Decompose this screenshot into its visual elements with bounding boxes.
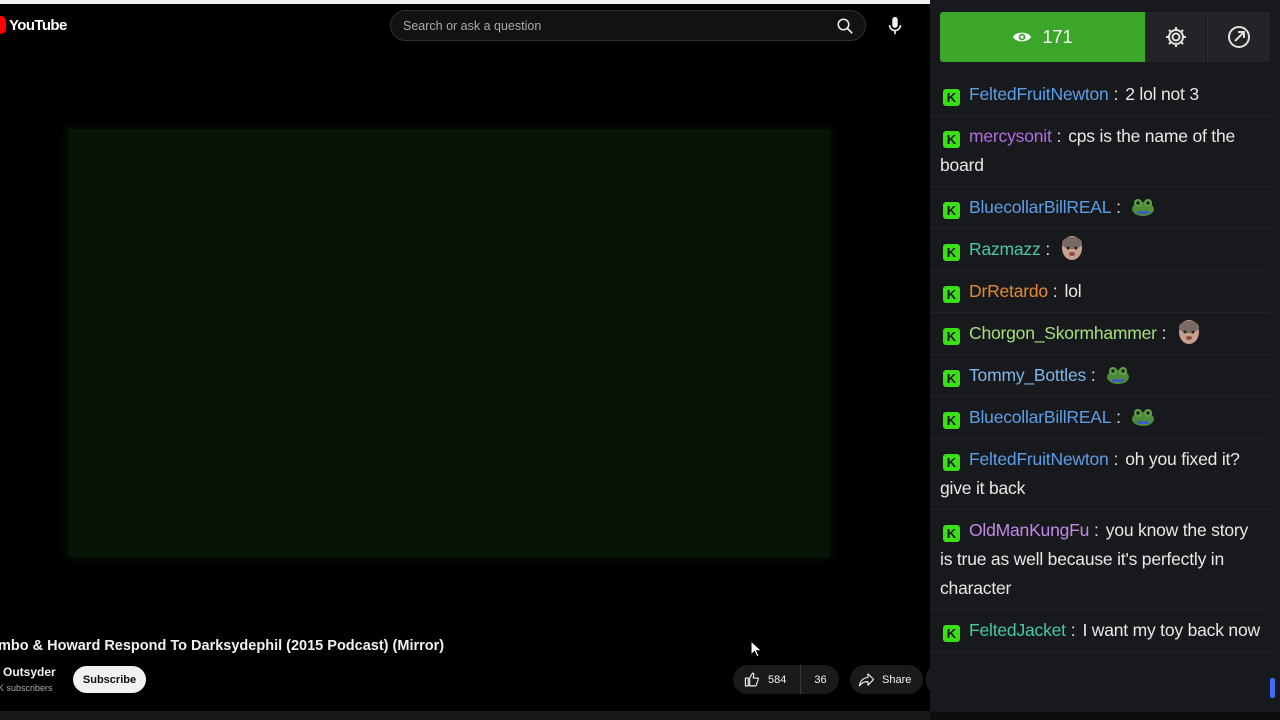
chat-username[interactable]: FeltedFruitNewton — [969, 449, 1109, 469]
chat-separator: : — [1047, 281, 1058, 301]
chat-message: Kmercysonit : cps is the name of the boa… — [930, 116, 1270, 187]
kick-badge-icon: K — [943, 625, 960, 642]
chat-separator: : — [1086, 365, 1096, 385]
kick-badge-icon: K — [943, 202, 960, 219]
chat-settings-button[interactable] — [1145, 12, 1206, 62]
search-icon — [837, 18, 853, 34]
chat-separator: : — [1065, 620, 1076, 640]
thumbs-up-icon — [744, 672, 759, 687]
chat-username[interactable]: BluecollarBillREAL — [969, 197, 1111, 217]
chat-separator: : — [1089, 520, 1099, 540]
share-icon — [858, 673, 875, 687]
share-label: Share — [882, 673, 912, 686]
chat-username[interactable]: BluecollarBillREAL — [969, 407, 1111, 427]
kick-badge-icon: K — [943, 525, 960, 542]
chat-message-text: lol — [1064, 281, 1082, 301]
kick-badge-icon: K — [943, 454, 960, 471]
viewer-count: 171 — [1042, 26, 1073, 47]
dislike-count: 36 — [814, 673, 827, 686]
like-count: 584 — [768, 673, 787, 686]
youtube-logo-text: YouTube — [9, 16, 67, 34]
dislike-button[interactable]: 36 — [801, 665, 838, 694]
channel-subscriber-count: K subscribers — [0, 683, 53, 693]
chat-username[interactable]: OldManKungFu — [969, 520, 1089, 540]
chat-message: K FeltedFruitNewton : 2 lol not 3 — [930, 74, 1270, 116]
chat-separator: : — [1111, 197, 1122, 217]
chat-message-text: I want my toy back now — [1082, 620, 1260, 640]
chat-username[interactable]: FeltedJacket — [969, 620, 1066, 640]
mic-icon — [888, 16, 902, 35]
video-title: mbo & Howard Respond To Darksydephil (20… — [0, 638, 445, 654]
chat-message: K OldManKungFu : you know the story is tr… — [930, 510, 1270, 610]
video-player[interactable] — [0, 57, 930, 627]
kick-badge-icon: K — [943, 328, 960, 345]
kick-badge-icon: K — [943, 131, 960, 148]
chat-separator: : — [1051, 126, 1062, 146]
chat-message-text: 2 lol not 3 — [1125, 84, 1199, 104]
share-button[interactable]: Share — [850, 665, 924, 694]
chat-bottom-strip — [930, 712, 1280, 720]
chat-message: K BluecollarBillREAL : — [930, 187, 1270, 229]
chat-message: K DrRetardo : lol — [930, 271, 1270, 313]
search-bar[interactable]: Search or ask a question — [390, 10, 866, 41]
chat-username[interactable]: DrRetardo — [969, 281, 1048, 301]
youtube-logo-icon — [0, 16, 6, 34]
channel-name[interactable]: Outsyder — [3, 665, 56, 679]
face-emote — [1062, 236, 1083, 260]
youtube-logo[interactable]: YouTube — [0, 16, 67, 34]
search-button[interactable] — [825, 11, 865, 40]
youtube-pane: YouTube Search or ask a question mbo & H… — [0, 0, 930, 720]
chat-username[interactable]: Razmazz — [969, 239, 1041, 259]
chat-message: K Razmazz : — [930, 229, 1270, 271]
chat-message: K FeltedJacket : I want my toy back now — [930, 610, 1270, 652]
cursor-icon — [750, 640, 763, 658]
chat-separator: : — [1111, 407, 1122, 427]
frog-emote — [1106, 367, 1129, 384]
chat-message: K FeltedFruitNewton : oh you fixed it? gi… — [930, 439, 1270, 510]
chat-separator: : — [1108, 84, 1119, 104]
frog-emote — [1132, 199, 1155, 216]
chat-username[interactable]: FeltedFruitNewton — [969, 84, 1109, 104]
chat-username[interactable]: mercysonit — [969, 126, 1052, 146]
chat-message: K Tommy_Bottles : — [930, 355, 1270, 397]
viewer-count-box: 171 — [940, 12, 1145, 62]
like-button[interactable]: 584 — [733, 665, 802, 694]
subscribe-button[interactable]: Subscribe — [73, 666, 146, 693]
youtube-bottom-strip — [0, 711, 930, 720]
eye-icon — [1013, 32, 1032, 42]
popout-chat-button[interactable] — [1207, 12, 1270, 62]
chat-scrollbar[interactable] — [1270, 678, 1275, 698]
kick-badge-icon: K — [943, 370, 960, 387]
kick-badge-icon: K — [943, 244, 960, 261]
kick-badge-icon: K — [943, 89, 960, 106]
chat-username[interactable]: Tommy_Bottles — [969, 365, 1086, 385]
top-bar-line — [0, 0, 930, 4]
chat-message: K BluecollarBillREAL : — [930, 397, 1270, 439]
search-input[interactable]: Search or ask a question — [403, 19, 825, 33]
chat-separator: : — [1040, 239, 1051, 259]
frog-emote — [1132, 409, 1155, 426]
popout-icon — [1228, 26, 1250, 48]
like-dislike-group: 584 36 — [733, 665, 839, 694]
video-frame — [68, 129, 830, 557]
chat-panel: 171 K FeltedFruitNewton : 2 lol not 3 Kmer… — [930, 0, 1280, 720]
chat-message-list: K FeltedFruitNewton : 2 lol not 3 Kmercyso… — [930, 74, 1280, 652]
kick-badge-icon: K — [943, 412, 960, 429]
chat-separator: : — [1156, 323, 1167, 343]
chat-separator: : — [1108, 449, 1119, 469]
gear-icon — [1166, 27, 1186, 47]
face-emote — [1178, 320, 1199, 344]
chat-username[interactable]: Chorgon_Skormhammer — [969, 323, 1157, 343]
kick-badge-icon: K — [943, 286, 960, 303]
chat-message: K Chorgon_Skormhammer : — [930, 313, 1270, 355]
voice-search-button[interactable] — [880, 11, 910, 41]
